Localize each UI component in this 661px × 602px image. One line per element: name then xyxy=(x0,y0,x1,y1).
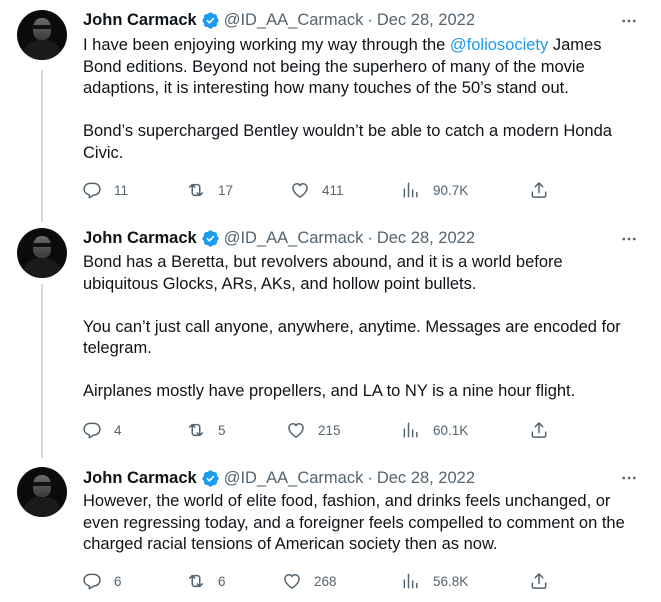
tweet-text: Bond has a Beretta, but revolvers abound… xyxy=(83,252,648,403)
share-icon xyxy=(531,422,547,438)
like-icon xyxy=(288,423,304,438)
tweet-actions: 4 5 215 60.1K xyxy=(0,418,661,442)
tweet-actions: 11 17 411 90.7K xyxy=(0,178,661,202)
like-count: 268 xyxy=(314,573,337,589)
like-button[interactable]: 268 xyxy=(282,569,337,593)
tweet-actions: 6 6 268 56.8K xyxy=(0,569,661,593)
retweet-button[interactable]: 6 xyxy=(186,569,226,593)
verified-badge-icon xyxy=(202,229,219,247)
author-name[interactable]: John Carmack xyxy=(83,11,197,30)
author-name[interactable]: John Carmack xyxy=(83,469,197,488)
views-count: 56.8K xyxy=(433,573,469,589)
author-handle[interactable]: @ID_AA_Carmack xyxy=(224,229,364,248)
tweet-text-line: Airplanes mostly have propellers, and LA… xyxy=(83,382,576,400)
tweet-text-line: Civic. xyxy=(83,143,124,162)
views-icon xyxy=(403,182,418,198)
separator: · xyxy=(367,228,373,247)
views-button[interactable]: 56.8K xyxy=(401,569,468,593)
avatar[interactable] xyxy=(17,467,67,517)
verified-badge-icon xyxy=(202,469,219,487)
retweet-button[interactable]: 5 xyxy=(186,418,226,442)
views-icon xyxy=(403,573,418,589)
reply-count: 6 xyxy=(114,573,122,589)
share-button[interactable] xyxy=(529,418,549,442)
reply-icon xyxy=(83,573,101,590)
separator: · xyxy=(367,468,373,487)
tweet-text-line: I have been enjoying working my way thro… xyxy=(83,36,602,54)
tweet-text-line: However, the world of elite food, fashio… xyxy=(83,492,611,510)
more-icon[interactable] xyxy=(618,228,640,250)
reply-icon xyxy=(83,422,101,439)
tweet-text: I have been enjoying working my way thro… xyxy=(83,35,648,164)
author-name[interactable]: John Carmack xyxy=(83,229,197,248)
avatar[interactable] xyxy=(17,228,67,278)
share-icon xyxy=(531,182,547,198)
tweet-text-line: adaptions, it is interesting how many to… xyxy=(83,79,569,97)
tweet-date[interactable]: Dec 28, 2022 xyxy=(377,469,475,488)
like-count: 215 xyxy=(318,422,341,438)
share-button[interactable] xyxy=(529,178,549,202)
tweet-text-line: even regressing today, and a foreigner f… xyxy=(83,513,625,532)
like-icon xyxy=(292,183,308,198)
views-count: 90.7K xyxy=(433,182,469,198)
reply-button[interactable]: 4 xyxy=(82,418,122,442)
views-button[interactable]: 90.7K xyxy=(401,178,468,202)
author-handle[interactable]: @ID_AA_Carmack xyxy=(224,11,364,30)
tweet-text-line: Bond editions. Beyond not being the supe… xyxy=(83,57,585,76)
tweet-text-line: Bond has a Beretta, but revolvers abound… xyxy=(83,253,563,271)
tweet-date[interactable]: Dec 28, 2022 xyxy=(377,229,475,248)
views-button[interactable]: 60.1K xyxy=(401,418,468,442)
reply-button[interactable]: 11 xyxy=(82,178,128,202)
like-button[interactable]: 215 xyxy=(286,418,341,442)
reply-button[interactable]: 6 xyxy=(82,569,122,593)
reply-icon xyxy=(83,182,101,199)
tweet-date[interactable]: Dec 28, 2022 xyxy=(377,11,475,30)
avatar[interactable] xyxy=(17,10,67,60)
tweet-text: However, the world of elite food, fashio… xyxy=(83,491,648,556)
views-icon xyxy=(403,422,418,438)
more-icon[interactable] xyxy=(618,10,640,32)
share-button[interactable] xyxy=(529,569,549,593)
retweet-icon xyxy=(189,574,203,588)
author-handle[interactable]: @ID_AA_Carmack xyxy=(224,469,364,488)
reply-count: 11 xyxy=(114,182,129,198)
retweet-count: 5 xyxy=(218,422,226,438)
tweet-text-line: ubiquitous Glocks, ARs, AKs, and hollow … xyxy=(83,274,477,293)
tweet-text-line: telegram. xyxy=(83,339,152,357)
like-count: 411 xyxy=(322,182,344,198)
share-icon xyxy=(531,573,547,589)
reply-count: 4 xyxy=(114,422,122,438)
retweet-icon xyxy=(189,423,203,437)
views-count: 60.1K xyxy=(433,422,469,438)
more-icon[interactable] xyxy=(618,467,640,489)
separator: · xyxy=(367,10,373,29)
retweet-count: 17 xyxy=(218,182,234,198)
like-icon xyxy=(284,574,300,589)
retweet-button[interactable]: 17 xyxy=(186,178,233,202)
mention-link[interactable]: @foliosociety xyxy=(450,36,548,54)
retweet-count: 6 xyxy=(218,573,226,589)
tweet-text-line: You can’t just call anyone, anywhere, an… xyxy=(83,317,621,336)
tweet-text-line: charged racial tensions of American soci… xyxy=(83,535,498,553)
verified-badge-icon xyxy=(202,11,219,29)
like-button[interactable]: 411 xyxy=(290,178,344,202)
tweet-text-line: Bond’s supercharged Bentley wouldn’t be … xyxy=(83,122,612,140)
retweet-icon xyxy=(189,183,203,197)
